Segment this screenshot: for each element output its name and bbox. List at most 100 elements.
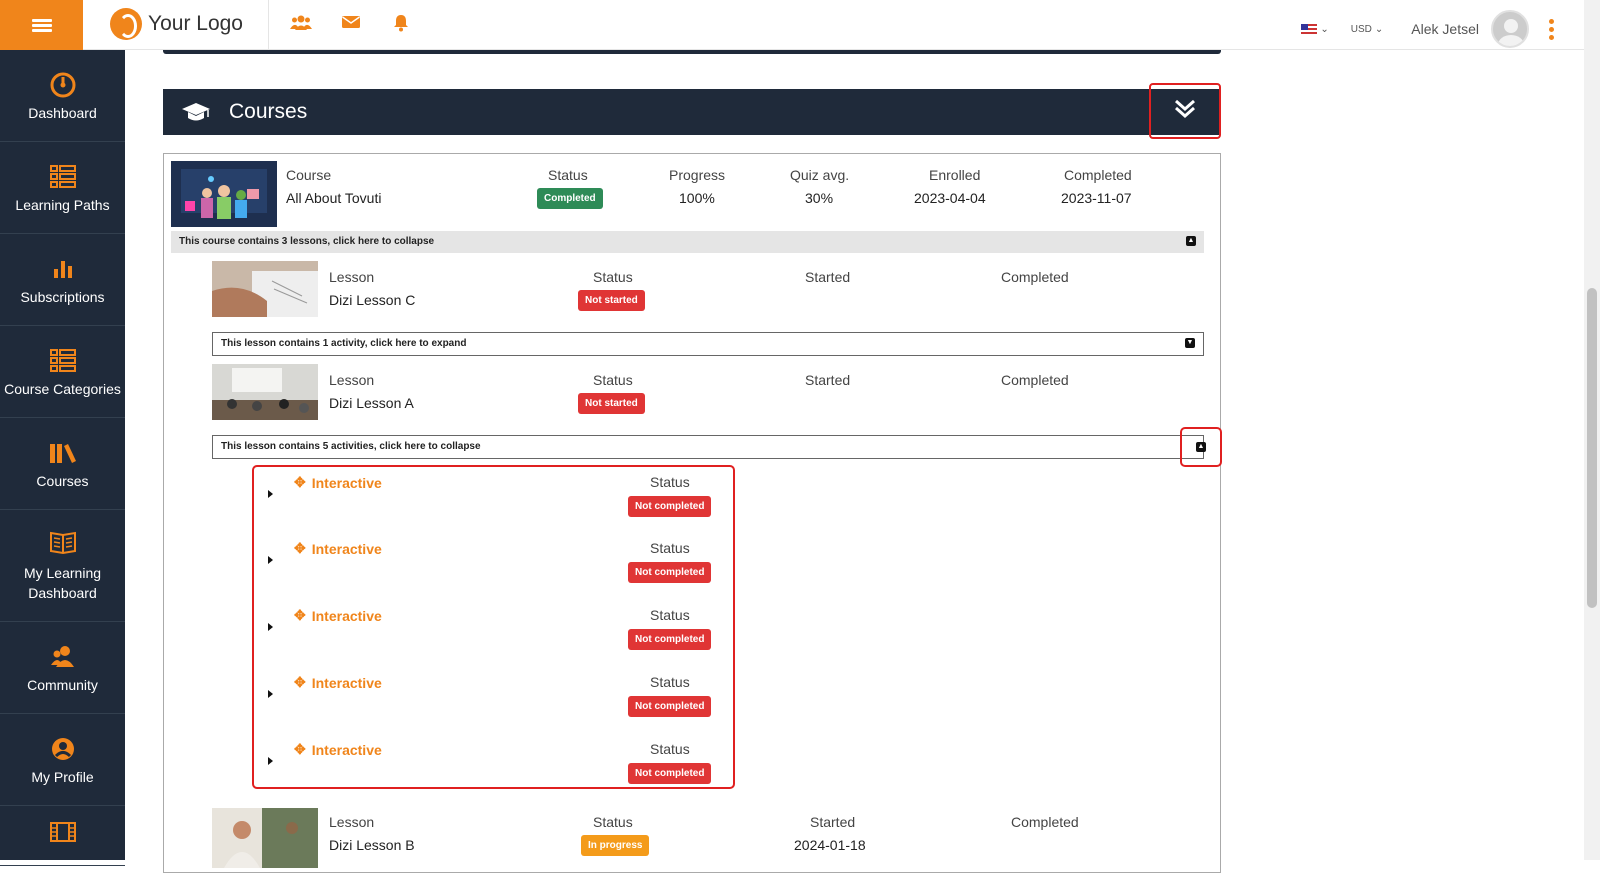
sidebar-item-subscriptions[interactable]: Subscriptions — [0, 234, 125, 326]
expand-arrow-icon[interactable] — [268, 623, 273, 631]
sidebar: Dashboard Learning Paths Subscriptions C… — [0, 50, 125, 866]
move-icon: ✥ — [294, 474, 306, 490]
activity-status-badge: Not completed — [628, 562, 712, 583]
expand-arrow-icon[interactable] — [268, 690, 273, 698]
activity-title-text: Interactive — [311, 540, 382, 557]
top-bar: Your Logo ⌄ USD ⌄ Alek Jetsel — [0, 0, 1584, 50]
activity-title-text: Interactive — [311, 474, 382, 491]
activity-title-text: Interactive — [311, 607, 382, 624]
logo[interactable]: Your Logo — [110, 8, 243, 40]
expand-arrow-icon[interactable] — [268, 757, 273, 765]
activity-title[interactable]: ✥ Interactive — [294, 741, 382, 758]
activity-status-label: Status — [650, 474, 690, 490]
learning-paths-icon — [49, 163, 77, 191]
chevron-down-icon: ⌄ — [1374, 23, 1384, 35]
sidebar-item-community[interactable]: Community — [0, 622, 125, 714]
lesson-activities-toggle[interactable]: This lesson contains 1 activity, click h… — [212, 332, 1204, 356]
avatar[interactable] — [1491, 10, 1529, 48]
sidebar-item-my-learning-dashboard[interactable]: My Learning Dashboard — [0, 510, 125, 622]
lesson-status-label: Status — [593, 269, 633, 285]
top-right-controls: ⌄ USD ⌄ Alek Jetsel — [1301, 10, 1554, 48]
move-icon: ✥ — [294, 674, 306, 690]
expand-arrow-icon[interactable] — [268, 490, 273, 498]
activity-status-label: Status — [650, 607, 690, 623]
page-scrollbar[interactable] — [1584, 0, 1600, 860]
chevron-up-icon[interactable]: ▲ — [1196, 442, 1206, 452]
chevron-down-icon: ⌄ — [1320, 23, 1329, 35]
course-status-badge: Completed — [537, 188, 603, 209]
logo-icon — [110, 8, 142, 40]
activity-status-badge: Not completed — [628, 629, 712, 650]
currency-selector[interactable]: USD ⌄ — [1351, 24, 1384, 35]
lesson-label: Lesson — [329, 269, 375, 285]
lesson-name[interactable]: Dizi Lesson B — [329, 837, 415, 853]
lesson-label: Lesson — [329, 372, 375, 388]
course-name[interactable]: All About Tovuti — [286, 190, 381, 206]
progress-value: 100% — [679, 190, 715, 206]
kebab-menu-icon[interactable] — [1549, 18, 1554, 40]
activity-title[interactable]: ✥ Interactive — [294, 674, 382, 691]
courses-title: Courses — [229, 100, 308, 123]
move-icon: ✥ — [294, 741, 306, 757]
chevron-up-icon: ▲ — [1186, 236, 1196, 246]
lesson-status-badge: Not started — [578, 393, 645, 414]
sidebar-item-label: Subscriptions — [20, 288, 105, 305]
community-icon — [49, 643, 77, 671]
course-panel: Course All About Tovuti Status Completed… — [163, 153, 1222, 873]
sidebar-item-learning-paths[interactable]: Learning Paths — [0, 142, 125, 234]
activity-status-label: Status — [650, 540, 690, 556]
completed-label: Completed — [1064, 167, 1132, 183]
community-icon[interactable] — [290, 14, 312, 36]
lesson-completed-label: Completed — [1001, 269, 1069, 285]
graduation-cap-icon — [181, 100, 211, 124]
completed-value: 2023-11-07 — [1061, 190, 1132, 206]
scrollbar-thumb[interactable] — [1587, 288, 1597, 608]
sidebar-item-label: Course Categories — [4, 380, 121, 397]
activity-title[interactable]: ✥ Interactive — [294, 607, 382, 624]
collapse-courses-button[interactable] — [1149, 83, 1221, 139]
enrolled-label: Enrolled — [929, 167, 981, 183]
quiz-avg-value: 30% — [805, 190, 834, 206]
activity-title[interactable]: ✥ Interactive — [294, 540, 382, 557]
film-icon — [49, 818, 77, 846]
lesson-completed-label: Completed — [1001, 372, 1069, 388]
course-lessons-toggle[interactable]: This course contains 3 lessons, click he… — [171, 231, 1204, 253]
course-label: Course — [286, 167, 332, 183]
sidebar-item-course-categories[interactable]: Course Categories — [0, 326, 125, 418]
lesson-name[interactable]: Dizi Lesson C — [329, 292, 415, 308]
expand-arrow-icon[interactable] — [268, 556, 273, 564]
lesson-activities-toggle[interactable]: This lesson contains 5 activities, click… — [212, 435, 1204, 459]
lesson-status-badge: Not started — [578, 290, 645, 311]
language-selector[interactable]: ⌄ — [1301, 23, 1329, 35]
sidebar-item-courses[interactable]: Courses — [0, 418, 125, 510]
chevron-down-icon: ▼ — [1185, 338, 1195, 348]
divider — [268, 0, 269, 50]
activity-title-text: Interactive — [311, 674, 382, 691]
sidebar-item-dashboard[interactable]: Dashboard — [0, 50, 125, 142]
lesson-thumbnail[interactable] — [212, 364, 318, 420]
menu-button[interactable] — [0, 0, 83, 50]
lesson-thumbnail[interactable] — [212, 261, 318, 317]
courses-section-header: Courses — [163, 83, 1221, 139]
lesson-thumbnail[interactable] — [212, 808, 318, 868]
lesson-started-label: Started — [805, 269, 851, 285]
courses-icon — [49, 439, 77, 467]
sidebar-item-label: Courses — [36, 472, 89, 489]
activity-status-label: Status — [650, 674, 690, 690]
bell-icon[interactable] — [390, 14, 412, 36]
activity-title[interactable]: ✥ Interactive — [294, 474, 382, 491]
mail-icon[interactable] — [340, 14, 362, 36]
user-name[interactable]: Alek Jetsel — [1411, 21, 1479, 37]
logo-text: Your Logo — [148, 12, 243, 35]
sidebar-item-my-profile[interactable]: My Profile — [0, 714, 125, 806]
menu-icon — [31, 17, 52, 34]
course-thumbnail[interactable] — [171, 161, 277, 227]
lesson-status-badge: In progress — [581, 835, 650, 856]
us-flag-icon — [1301, 23, 1318, 35]
sidebar-item-media[interactable] — [0, 806, 125, 866]
sidebar-item-label: My Profile — [31, 768, 94, 785]
quiz-avg-label: Quiz avg. — [790, 167, 850, 183]
profile-icon — [49, 735, 77, 763]
lesson-name[interactable]: Dizi Lesson A — [329, 395, 414, 411]
lesson-started-label: Started — [810, 814, 856, 830]
